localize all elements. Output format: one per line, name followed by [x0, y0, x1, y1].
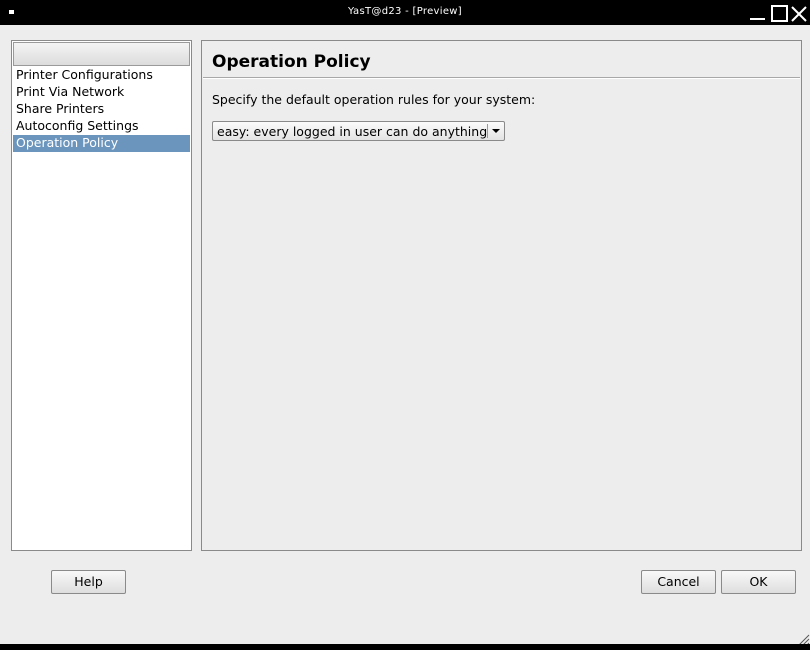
resize-grip-icon[interactable]: [796, 631, 810, 646]
minimize-icon[interactable]: [750, 5, 766, 21]
navigation-tree[interactable]: Printer Configurations Print Via Network…: [11, 40, 192, 551]
tree-item-printer-configurations[interactable]: Printer Configurations: [13, 67, 190, 84]
tree-item-share-printers[interactable]: Share Printers: [13, 101, 190, 118]
operation-policy-select[interactable]: easy: every logged in user can do anythi…: [212, 121, 505, 141]
maximize-icon[interactable]: [771, 5, 788, 22]
chevron-down-icon[interactable]: [492, 129, 500, 133]
operation-policy-value: easy: every logged in user can do anythi…: [217, 124, 488, 139]
help-button[interactable]: Help: [51, 570, 126, 594]
policy-description: Specify the default operation rules for …: [212, 92, 536, 107]
tree-item-print-via-network[interactable]: Print Via Network: [13, 84, 190, 101]
close-icon[interactable]: [790, 5, 807, 22]
yast-window: YasT@d23 - [Preview] Printer Configurati…: [0, 0, 810, 647]
ok-button[interactable]: OK: [721, 570, 796, 594]
window-title: YasT@d23 - [Preview]: [348, 6, 462, 17]
page-title: Operation Policy: [212, 52, 371, 72]
cancel-button[interactable]: Cancel: [641, 570, 716, 594]
tree-header[interactable]: [13, 42, 190, 66]
tree-list: Printer Configurations Print Via Network…: [13, 67, 190, 152]
tree-item-operation-policy[interactable]: Operation Policy: [13, 135, 190, 152]
title-bar[interactable]: YasT@d23 - [Preview]: [0, 0, 810, 25]
title-divider: [203, 77, 800, 79]
tree-item-autoconfig-settings[interactable]: Autoconfig Settings: [13, 118, 190, 135]
content-panel: Operation Policy Specify the default ope…: [201, 40, 802, 551]
combo-divider: [487, 124, 488, 138]
